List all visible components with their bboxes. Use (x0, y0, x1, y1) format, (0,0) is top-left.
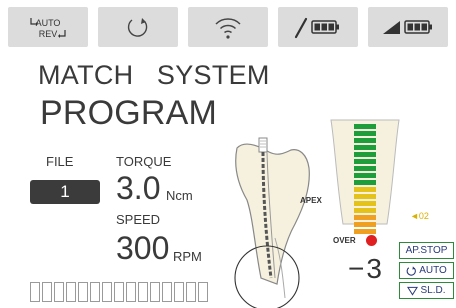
speed-value[interactable]: 300 (116, 230, 169, 267)
apex-level-segment (354, 166, 376, 171)
apex-level-segment (354, 201, 376, 206)
apex-locator-battery-icon (383, 20, 432, 34)
apex-locator-gauge (330, 119, 400, 234)
top-toolbar: AUTO REV (0, 0, 456, 54)
wireless-icon (215, 18, 241, 39)
tooth-illustration (234, 137, 310, 308)
handpiece-battery-button[interactable] (278, 7, 358, 47)
speed-label: SPEED (116, 212, 161, 227)
apex-level-segment (354, 173, 376, 178)
apex-level-segment (354, 229, 376, 234)
apex-level-segment (354, 138, 376, 143)
auto-reverse-icon: AUTO REV (30, 18, 66, 39)
apex-level-segment (354, 159, 376, 164)
torque-unit: Ncm (166, 188, 193, 203)
apex-level-segment (354, 215, 376, 220)
apex-level-segment (354, 131, 376, 136)
progress-segment (162, 282, 172, 302)
progress-segment (186, 282, 196, 302)
apex-marker-label: ◄02 (410, 211, 429, 221)
progress-segments (30, 282, 208, 302)
auto-status[interactable]: AUTO (399, 262, 454, 279)
apex-level-segment (354, 222, 376, 227)
apstop-label: AP.STOP (405, 245, 448, 256)
progress-segment (90, 282, 100, 302)
apstop-status[interactable]: AP.STOP (399, 242, 454, 259)
progress-segment (174, 282, 184, 302)
apex-battery-button[interactable] (368, 7, 448, 47)
progress-segment (54, 282, 64, 302)
apex-level-segment (354, 152, 376, 157)
torque-value[interactable]: 3.0 (116, 170, 160, 207)
torque-label: TORQUE (116, 154, 172, 169)
progress-segment (66, 282, 76, 302)
progress-segment (42, 282, 52, 302)
file-label: FILE (46, 154, 74, 169)
speed-unit: RPM (173, 249, 202, 264)
apex-level-segment (354, 124, 376, 129)
file-number-field[interactable]: 1 (30, 180, 100, 204)
rotation-icon (406, 266, 417, 276)
progress-segment (114, 282, 124, 302)
system-title: MATCH SYSTEM (38, 60, 270, 90)
apex-distance-value: −3 (348, 253, 384, 284)
rotation-button[interactable] (98, 7, 178, 47)
sld-label: SL.D. (420, 285, 446, 296)
apex-level-segment (354, 180, 376, 185)
auto-label: AUTO (36, 18, 61, 28)
progress-segment (102, 282, 112, 302)
progress-segment (126, 282, 136, 302)
apex-label: APEX (300, 196, 322, 205)
progress-segment (150, 282, 160, 302)
wireless-button[interactable] (188, 7, 268, 47)
auto-label: AUTO (419, 265, 447, 276)
apex-level-segment (354, 194, 376, 199)
sld-status[interactable]: SL.D. (399, 282, 454, 299)
auto-reverse-button[interactable]: AUTO REV (8, 7, 88, 47)
apex-level-segment (354, 145, 376, 150)
progress-segment (30, 282, 40, 302)
triangle-icon (407, 286, 419, 296)
program-title: PROGRAM (40, 94, 218, 132)
handpiece-battery-icon (294, 17, 339, 39)
progress-segment (78, 282, 88, 302)
rev-label: REV (39, 29, 58, 39)
rotation-icon (127, 18, 148, 37)
progress-segment (198, 282, 208, 302)
apex-level-segment (354, 187, 376, 192)
over-label: OVER (333, 236, 356, 245)
apex-level-segment (354, 208, 376, 213)
over-indicator (366, 235, 377, 246)
progress-segment (138, 282, 148, 302)
